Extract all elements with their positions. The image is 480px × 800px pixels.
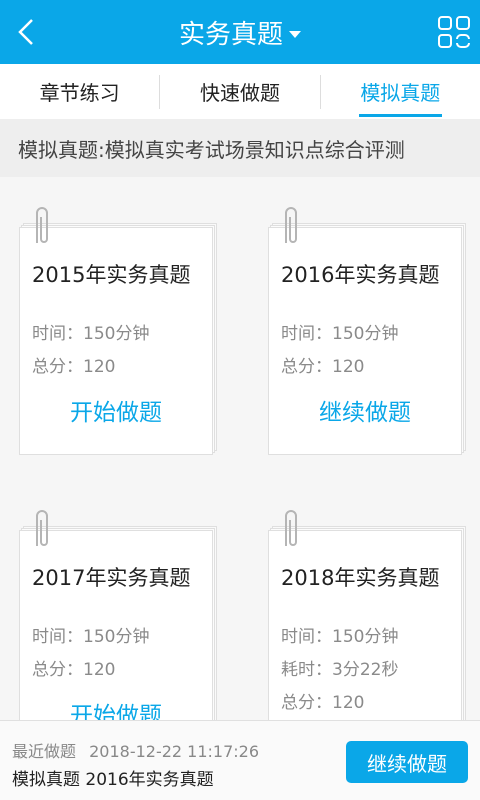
paperclip-icon xyxy=(36,510,48,546)
tab-bar: 章节练习 快速做题 模拟真题 xyxy=(0,64,480,119)
paper-list: 2015年实务真题 时间：150分钟 总分：120 开始做题 2016年实务真题… xyxy=(0,177,480,720)
recent-time: 2018-12-22 11:17:26 xyxy=(89,742,260,761)
grid-menu-button[interactable] xyxy=(436,14,472,50)
paper-score: 总分：120 xyxy=(32,660,116,680)
paperclip-icon xyxy=(285,510,297,546)
paper-card[interactable]: 2017年实务真题 时间：150分钟 总分：120 开始做题 xyxy=(19,510,217,720)
start-practice-link[interactable]: 开始做题 xyxy=(19,393,213,427)
paper-card[interactable]: 2018年实务真题 时间：150分钟 耗时：3分22秒 总分：120 xyxy=(268,510,466,720)
paper-title: 2018年实务真题 xyxy=(281,566,440,590)
continue-button[interactable]: 继续做题 xyxy=(346,741,468,783)
recent-label: 最近做题 xyxy=(12,742,77,761)
paper-duration: 时间：150分钟 xyxy=(32,627,150,647)
paper-title: 2016年实务真题 xyxy=(281,263,440,287)
recent-practice-bar: 最近做题 2018-12-22 11:17:26 模拟真题 2016年实务真题 … xyxy=(0,720,480,800)
recent-info: 最近做题 2018-12-22 11:17:26 xyxy=(12,738,259,762)
paper-duration: 时间：150分钟 xyxy=(281,627,399,647)
caret-down-icon xyxy=(289,30,301,38)
paper-title: 2015年实务真题 xyxy=(32,263,191,287)
paperclip-icon xyxy=(285,207,297,243)
paper-score: 总分：120 xyxy=(281,357,365,377)
title-dropdown[interactable]: 实务真题 xyxy=(0,0,480,64)
tab-quick-practice[interactable]: 快速做题 xyxy=(160,64,319,119)
paper-duration: 时间：150分钟 xyxy=(32,324,150,344)
paper-title: 2017年实务真题 xyxy=(32,566,191,590)
grid-icon xyxy=(438,16,470,48)
paper-card[interactable]: 2016年实务真题 时间：150分钟 总分：120 继续做题 xyxy=(268,207,466,455)
section-description: 模拟真题:模拟真实考试场景知识点综合评测 xyxy=(0,119,480,177)
paper-time-spent: 耗时：3分22秒 xyxy=(281,660,399,680)
top-bar: 实务真题 xyxy=(0,0,480,64)
paper-score: 总分：120 xyxy=(32,357,116,377)
paperclip-icon xyxy=(36,207,48,243)
continue-practice-link[interactable]: 继续做题 xyxy=(268,393,462,427)
start-practice-link[interactable]: 开始做题 xyxy=(19,696,213,720)
paper-duration: 时间：150分钟 xyxy=(281,324,399,344)
page-title: 实务真题 xyxy=(178,19,283,50)
tab-mock-exam[interactable]: 模拟真题 xyxy=(321,64,480,119)
paper-card[interactable]: 2015年实务真题 时间：150分钟 总分：120 开始做题 xyxy=(19,207,217,455)
paper-score: 总分：120 xyxy=(281,693,365,713)
tab-chapter-practice[interactable]: 章节练习 xyxy=(0,64,159,119)
recent-paper: 模拟真题 2016年实务真题 xyxy=(12,770,214,790)
